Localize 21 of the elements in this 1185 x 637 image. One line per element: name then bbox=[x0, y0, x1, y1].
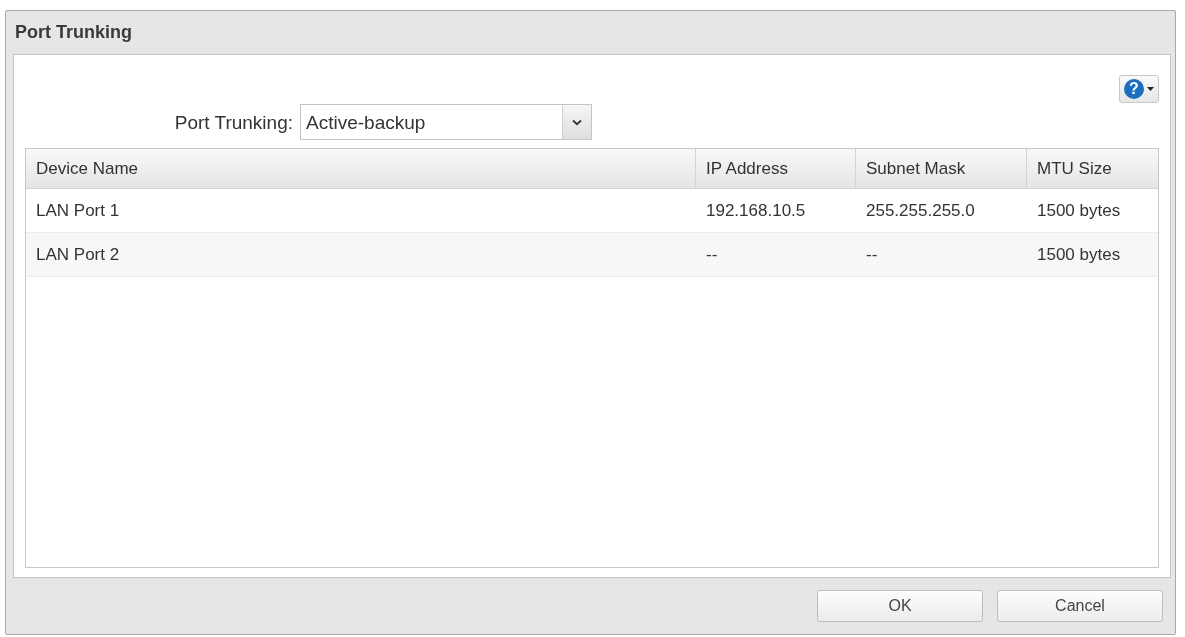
column-header[interactable]: IP Address bbox=[696, 149, 856, 189]
cancel-button[interactable]: Cancel bbox=[997, 590, 1163, 622]
port-trunking-select[interactable]: Active-backup bbox=[300, 104, 592, 140]
column-header[interactable]: Device Name bbox=[26, 149, 696, 189]
caret-icon bbox=[1147, 87, 1154, 91]
table-cell-text: LAN Port 2 bbox=[36, 243, 120, 266]
column-header[interactable]: MTU Size bbox=[1027, 149, 1158, 189]
port-trunking-label: Port Trunking: bbox=[173, 112, 293, 132]
table-cell-text: 255.255.255.0 bbox=[866, 199, 975, 222]
ok-button[interactable]: OK bbox=[817, 590, 983, 622]
table-cell-text: 1500 bytes bbox=[1037, 243, 1121, 266]
table-cell-text: -- bbox=[866, 243, 878, 266]
table-cell-text: 1500 bytes bbox=[1037, 199, 1121, 222]
table-cell-text: LAN Port 1 bbox=[36, 199, 120, 222]
help-button[interactable]: ? bbox=[1119, 75, 1159, 103]
help-icon: ? bbox=[1124, 79, 1144, 99]
table-cell-text: 192.168.10.5 bbox=[706, 199, 806, 222]
chevron-down-icon bbox=[562, 105, 591, 139]
table-cell-text: -- bbox=[706, 243, 718, 266]
dialog-title: Port Trunking bbox=[15, 21, 132, 44]
column-header[interactable]: Subnet Mask bbox=[856, 149, 1027, 189]
